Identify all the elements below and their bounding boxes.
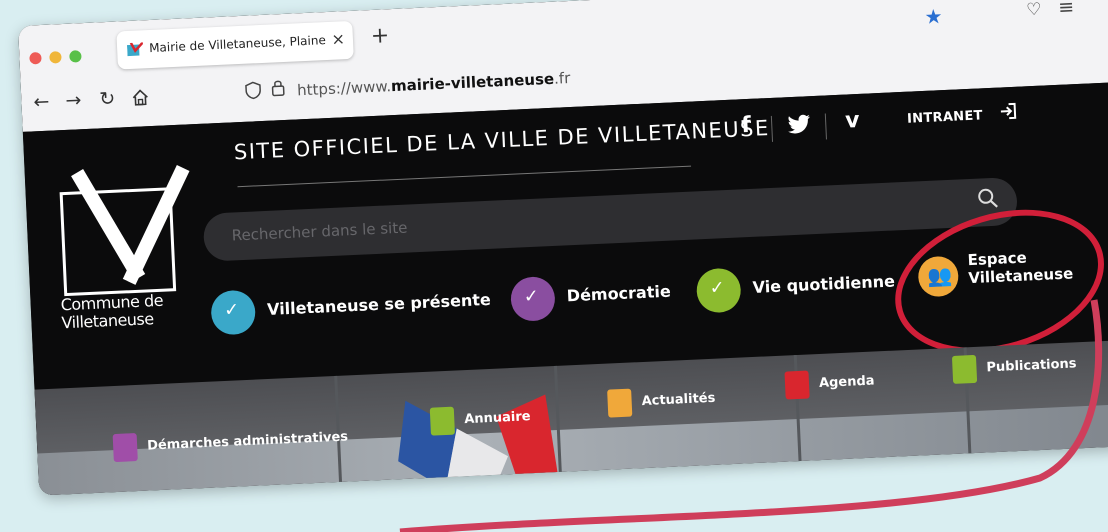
title-underline: [237, 165, 692, 188]
lock-icon[interactable]: [271, 78, 286, 97]
nav-label: Démocratie: [566, 281, 672, 306]
vimeo-icon[interactable]: v: [845, 108, 860, 134]
maximize-window-dot[interactable]: [69, 50, 82, 63]
new-tab-button[interactable]: +: [370, 23, 390, 49]
social-separator: [824, 113, 827, 140]
url-domain: mairie-villetaneuse: [390, 69, 555, 96]
bookmark-star-icon[interactable]: ★: [924, 4, 943, 29]
close-window-dot[interactable]: [29, 51, 42, 65]
browser-tab[interactable]: Mairie de Villetaneuse, Plaine C ×: [116, 20, 354, 70]
menu-icon[interactable]: ≡: [1058, 0, 1075, 19]
logo-text: Commune de Villetaneuse: [60, 290, 164, 333]
screenshot-stage: Mairie de Villetaneuse, Plaine C × + ★ ♡…: [0, 0, 1108, 532]
twitter-icon[interactable]: [787, 114, 812, 135]
pocket-icon[interactable]: ♡: [1026, 0, 1042, 20]
nav-label: Vie quotidienne: [752, 271, 896, 297]
forward-icon[interactable]: →: [65, 89, 82, 112]
social-separator: [770, 115, 774, 142]
site-favicon-icon: [126, 42, 144, 57]
facebook-icon[interactable]: f: [741, 113, 752, 138]
nav-villetaneuse-se-presente[interactable]: ✓ Villetaneuse se présente: [210, 289, 491, 340]
site-header: Commune de Villetaneuse SITE OFFICIEL DE…: [22, 81, 1108, 496]
site-title: SITE OFFICIEL DE LA VILLE DE VILLETANEUS…: [233, 116, 771, 165]
intranet-link[interactable]: INTRANET: [907, 108, 983, 126]
home-icon[interactable]: [131, 88, 150, 107]
url-text[interactable]: https://www.mairie-villetaneuse.fr: [297, 69, 571, 99]
tab-title: Mairie de Villetaneuse, Plaine C: [148, 33, 328, 56]
book-icon: [429, 406, 455, 436]
menu-label: Agenda: [818, 373, 875, 392]
reload-icon[interactable]: ↻: [99, 88, 116, 111]
nav-democratie[interactable]: ✓ Démocratie: [509, 275, 671, 326]
close-tab-icon[interactable]: ×: [331, 29, 345, 49]
login-icon[interactable]: [997, 101, 1018, 122]
nav-label: Villetaneuse se présente: [266, 289, 492, 319]
site-search-input[interactable]: Rechercher dans le site: [202, 176, 1019, 262]
chevron-down-icon: ✓: [695, 267, 742, 314]
chevron-down-icon: ✓: [509, 275, 556, 322]
search-icon[interactable]: [976, 187, 999, 210]
menu-label: Annuaire: [463, 409, 531, 428]
commune-logo[interactable]: Commune de Villetaneuse: [50, 150, 198, 336]
building-icon: [112, 433, 138, 463]
url-suffix: .fr: [553, 69, 571, 88]
back-icon[interactable]: ←: [33, 91, 50, 114]
chevron-down-icon: ✓: [210, 289, 257, 336]
newspaper-icon: [607, 388, 633, 418]
shield-icon[interactable]: [245, 81, 262, 100]
nav-vie-quotidienne[interactable]: ✓ Vie quotidienne: [695, 267, 895, 318]
calendar-icon: [784, 370, 810, 400]
publication-icon: [951, 354, 978, 384]
french-flags-image: [398, 394, 560, 490]
minimize-window-dot[interactable]: [49, 51, 62, 64]
search-placeholder: Rechercher dans le site: [231, 218, 408, 245]
url-prefix: https://www.: [296, 77, 392, 100]
main-navigation: ✓ Villetaneuse se présente ✓ Démocratie …: [210, 258, 912, 340]
browser-window: Mairie de Villetaneuse, Plaine C × + ★ ♡…: [18, 0, 1108, 496]
